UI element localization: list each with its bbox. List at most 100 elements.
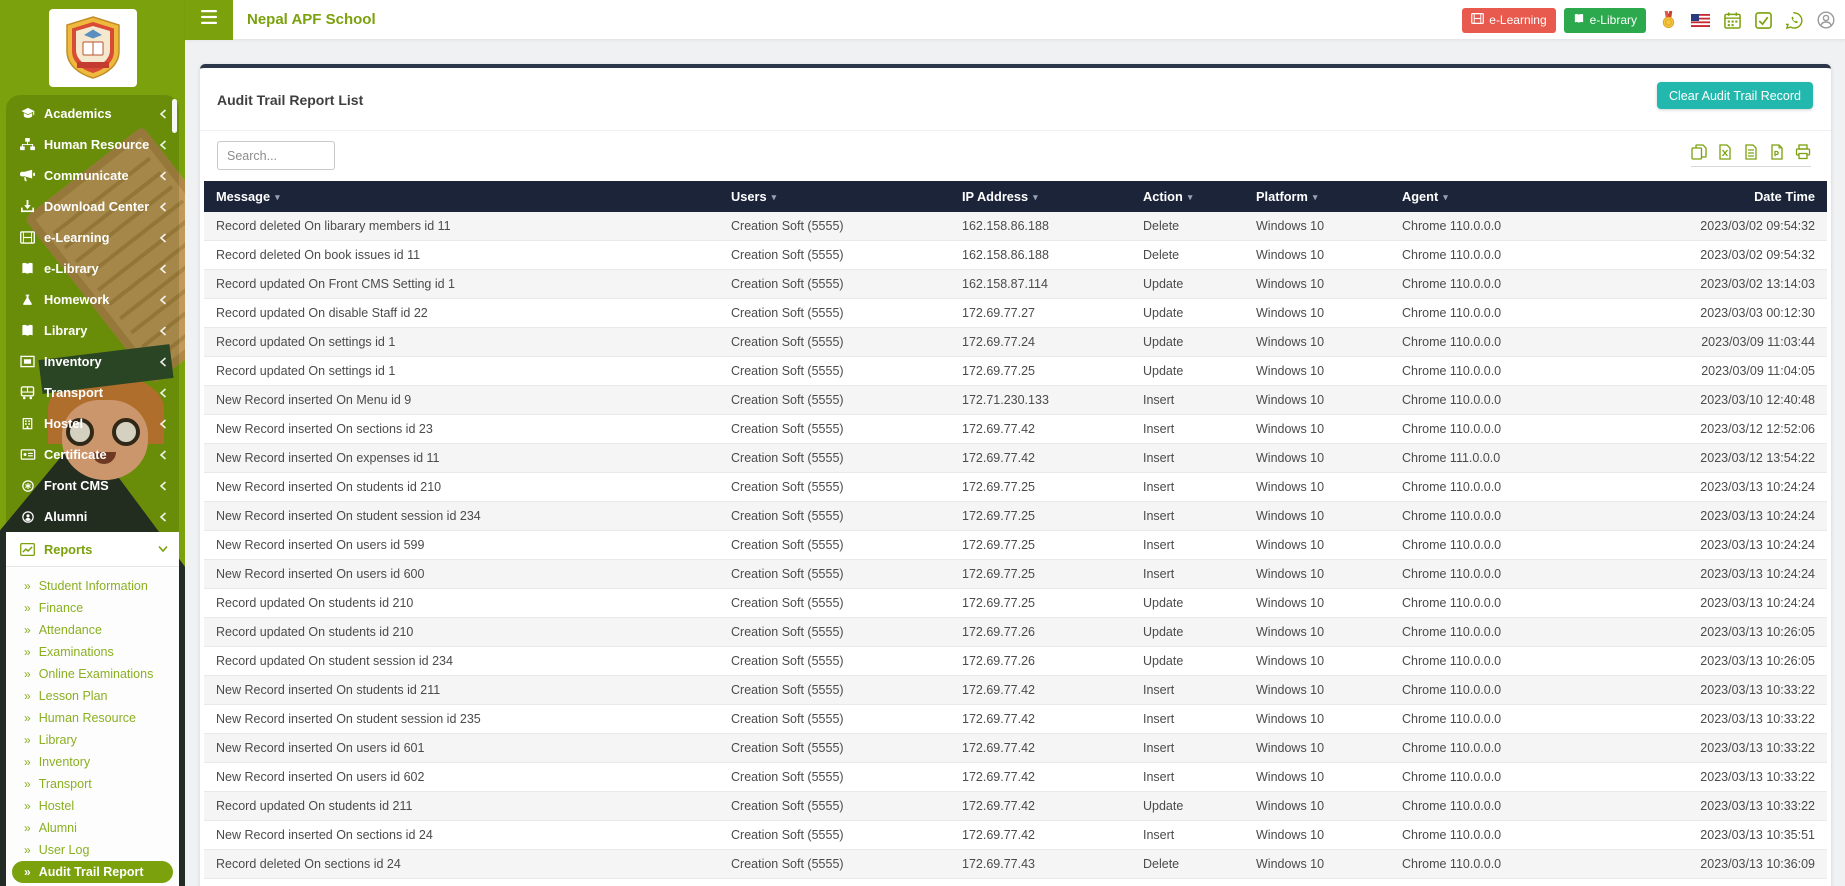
cell-platform: Windows 10	[1244, 414, 1390, 444]
sidebar-item-library[interactable]: Library	[6, 315, 179, 346]
chevron-down-icon	[158, 545, 168, 553]
cell-agent: Chrome 110.0.0.0	[1390, 269, 1680, 299]
cell-platform: Windows 10	[1244, 733, 1390, 763]
submenu-item-label: Transport	[38, 777, 92, 791]
cell-message: Record updated On students id 210	[204, 588, 719, 618]
cell-platform: Windows 10	[1244, 588, 1390, 618]
cell-agent: Chrome 110.0.0.0	[1390, 617, 1680, 647]
cell-message: New Record inserted On student session i…	[204, 501, 719, 531]
submenu-item-finance[interactable]: » Finance	[6, 597, 179, 619]
table-row: Record updated On students id 210 Creatio…	[204, 588, 1827, 618]
submenu-item-audit-trail-report[interactable]: » Audit Trail Report	[12, 861, 173, 883]
submenu-item-lesson-plan[interactable]: » Lesson Plan	[6, 685, 179, 707]
audit-trail-card: Audit Trail Report List Clear Audit Trai…	[200, 64, 1831, 886]
submenu-item-online-examinations[interactable]: » Online Examinations	[6, 663, 179, 685]
cell-action: Insert	[1131, 443, 1244, 473]
column-header-users[interactable]: Users ▾	[719, 181, 950, 212]
cell-message: Record updated On students id 211	[204, 791, 719, 821]
excel-icon[interactable]	[1717, 144, 1733, 160]
sidebar-item-reports[interactable]: Reports	[6, 532, 179, 566]
sidebar-item-label: Inventory	[44, 354, 102, 369]
elibrary-button[interactable]: e-Library	[1563, 7, 1646, 33]
school-logo[interactable]	[48, 9, 137, 87]
submenu-item-label: Finance	[38, 601, 84, 615]
cell-action: Update	[1131, 327, 1244, 357]
sidebar-item-e-learning[interactable]: e-Learning	[6, 222, 179, 253]
sidebar-item-academics[interactable]: Academics	[6, 98, 179, 129]
chevron-left-icon	[159, 480, 167, 491]
sidebar-item-certificate[interactable]: Certificate	[6, 439, 179, 470]
submenu-item-alumni[interactable]: » Alumni	[6, 817, 179, 839]
submenu-item-label: Lesson Plan	[38, 689, 108, 703]
copy-icon[interactable]	[1691, 144, 1707, 160]
us-flag-icon[interactable]	[1691, 13, 1710, 27]
sidebar-toggle-button[interactable]	[185, 0, 233, 40]
cell-ip: 172.69.77.25	[950, 501, 1131, 531]
sidebar-item-e-library[interactable]: e-Library	[6, 253, 179, 284]
sidebar-item-download-center[interactable]: Download Center	[6, 191, 179, 222]
cell-ip: 172.69.77.42	[950, 733, 1131, 763]
submenu-item-human-resource[interactable]: » Human Resource	[6, 707, 179, 729]
sidebar-item-alumni[interactable]: Alumni	[6, 501, 179, 532]
sidebar-item-communicate[interactable]: Communicate	[6, 160, 179, 191]
submenu-item-student-information[interactable]: » Student Information	[6, 575, 179, 597]
sidebar-item-transport[interactable]: Transport	[6, 377, 179, 408]
clear-audit-trail-button[interactable]: Clear Audit Trail Record	[1656, 82, 1813, 109]
table-row: Record deleted On sections id 24 Creation…	[204, 849, 1827, 879]
sidebar-scrollbar-thumb[interactable]	[172, 99, 177, 133]
print-icon[interactable]	[1795, 144, 1811, 160]
cell-ip: 172.69.77.25	[950, 472, 1131, 502]
cell-ip: 172.71.230.133	[950, 385, 1131, 415]
cell-action: Insert	[1131, 704, 1244, 734]
submenu-item-inventory[interactable]: » Inventory	[6, 751, 179, 773]
submenu-item-examinations[interactable]: » Examinations	[6, 641, 179, 663]
column-header-ip[interactable]: IP Address ▾	[950, 181, 1131, 212]
table-row: Record updated On settings id 1 Creation …	[204, 327, 1827, 357]
pdf-icon[interactable]	[1769, 144, 1785, 160]
cell-ip: 162.158.87.114	[950, 269, 1131, 299]
sidebar-item-inventory[interactable]: Inventory	[6, 346, 179, 377]
bus-icon	[19, 385, 36, 400]
submenu-item-label: Examinations	[38, 645, 114, 659]
cell-agent: Chrome 110.0.0.0	[1390, 240, 1680, 270]
elearning-button[interactable]: e-Learning	[1462, 7, 1556, 33]
search-input[interactable]	[217, 141, 335, 170]
cell-users: Creation Soft (5555)	[719, 675, 950, 705]
submenu-item-user-log[interactable]: » User Log	[6, 839, 179, 861]
cell-action: Update	[1131, 588, 1244, 618]
whatsapp-icon[interactable]	[1786, 11, 1803, 29]
sidebar-item-homework[interactable]: Homework	[6, 284, 179, 315]
submenu-item-hostel[interactable]: » Hostel	[6, 795, 179, 817]
chevron-left-icon	[159, 294, 167, 305]
table-row: New Record inserted On users id 599 Creat…	[204, 530, 1827, 560]
csv-icon[interactable]	[1743, 144, 1759, 160]
submenu-item-transport[interactable]: » Transport	[6, 773, 179, 795]
table-row: Record updated On student session id 234…	[204, 646, 1827, 676]
chevron-left-icon	[159, 263, 167, 274]
profile-icon[interactable]	[1817, 11, 1835, 29]
column-header-message[interactable]: Message ▾	[204, 181, 719, 212]
table-row: Record updated On Front CMS Setting id 1…	[204, 269, 1827, 299]
submenu-item-library[interactable]: » Library	[6, 729, 179, 751]
cell-action: Insert	[1131, 414, 1244, 444]
submenu-item-attendance[interactable]: » Attendance	[6, 619, 179, 641]
elibrary-label: e-Library	[1589, 13, 1637, 27]
approve-leave-icon[interactable]	[1755, 11, 1772, 29]
cell-message: Record updated On settings id 1	[204, 327, 719, 357]
submenu-item-label: Audit Trail Report	[38, 865, 144, 879]
cell-datetime: 2023/03/13 10:33:22	[1680, 675, 1827, 705]
cell-datetime: 2023/03/13 10:26:05	[1680, 617, 1827, 647]
column-header-agent[interactable]: Agent ▾	[1390, 181, 1680, 212]
sidebar-item-front-cms[interactable]: Front CMS	[6, 470, 179, 501]
sidebar-item-human-resource[interactable]: Human Resource	[6, 129, 179, 160]
calendar-icon[interactable]	[1724, 11, 1741, 29]
cell-platform: Windows 10	[1244, 704, 1390, 734]
chart-line-icon	[19, 542, 36, 556]
medal-icon[interactable]	[1660, 11, 1677, 29]
column-header-platform[interactable]: Platform ▾	[1244, 181, 1390, 212]
sidebar-item-label: Academics	[44, 106, 112, 121]
column-header-action[interactable]: Action ▾	[1131, 181, 1244, 212]
sidebar-item-hostel[interactable]: Hostel	[6, 408, 179, 439]
sidebar-item-label: Front CMS	[44, 478, 109, 493]
cell-action: Insert	[1131, 762, 1244, 792]
